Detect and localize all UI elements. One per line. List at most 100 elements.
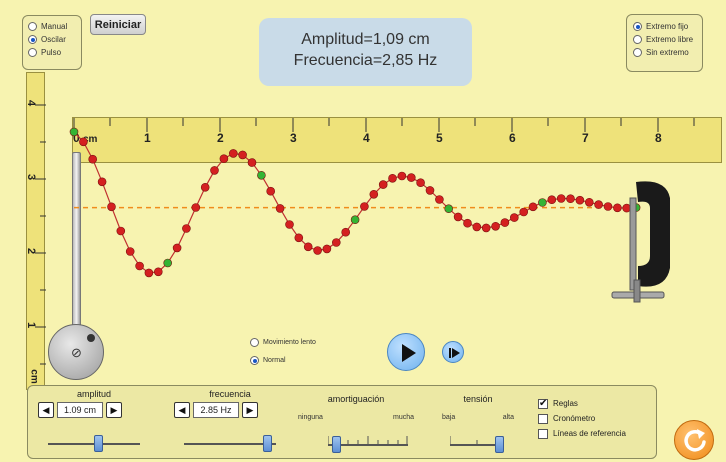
- wave-bead[interactable]: [547, 195, 557, 204]
- wave-bead[interactable]: [369, 190, 379, 199]
- tension-slider[interactable]: [450, 432, 504, 453]
- wave-bead[interactable]: [472, 222, 482, 232]
- wave-bead[interactable]: [79, 137, 88, 147]
- wave-bead[interactable]: [341, 227, 351, 237]
- frequency-decrease-button[interactable]: ◀: [174, 402, 190, 418]
- wave-bead[interactable]: [247, 158, 257, 167]
- amplitude-slider-thumb[interactable]: [93, 435, 103, 452]
- mode-oscillate[interactable]: Oscilar: [28, 33, 76, 46]
- wave-bead[interactable]: [144, 268, 154, 278]
- radio-end-loose[interactable]: [633, 35, 642, 44]
- radio-end-none[interactable]: [633, 48, 642, 57]
- wave-bead-marker[interactable]: [538, 198, 547, 207]
- tension-max-label: alta: [502, 414, 514, 421]
- frequency-slider-thumb[interactable]: [262, 435, 272, 452]
- wave-beads[interactable]: [69, 127, 641, 278]
- wave-bead[interactable]: [125, 247, 135, 256]
- radio-pulse[interactable]: [28, 48, 37, 57]
- wave-bead[interactable]: [97, 177, 107, 187]
- wave-bead[interactable]: [322, 244, 332, 254]
- radio-normal[interactable]: [250, 356, 259, 365]
- wave-bead[interactable]: [116, 226, 126, 236]
- radio-slow[interactable]: [250, 338, 259, 347]
- wave-bead[interactable]: [584, 198, 594, 207]
- wave-bead[interactable]: [378, 180, 388, 189]
- wave-bead[interactable]: [566, 194, 575, 203]
- rulers-checkbox-row[interactable]: ✔ Reglas: [538, 396, 656, 411]
- timer-checkbox-row[interactable]: Cronómetro: [538, 411, 656, 426]
- wave-bead-marker[interactable]: [163, 258, 172, 268]
- timer-checkbox[interactable]: [538, 413, 548, 424]
- rulers-checkbox[interactable]: ✔: [538, 398, 548, 409]
- radio-end-fixed[interactable]: [633, 22, 642, 31]
- wave-bead[interactable]: [229, 149, 238, 158]
- wave-bead[interactable]: [303, 242, 313, 252]
- wave-bead[interactable]: [500, 218, 510, 227]
- amplitude-increase-button[interactable]: ▶: [106, 402, 122, 418]
- wave-bead[interactable]: [397, 171, 407, 181]
- wave-bead[interactable]: [135, 261, 144, 271]
- wave-bead[interactable]: [575, 195, 585, 205]
- mode-pulse[interactable]: Pulso: [28, 46, 76, 59]
- damping-slider[interactable]: [328, 432, 408, 453]
- wave-bead[interactable]: [463, 218, 472, 228]
- end-none[interactable]: Sin extremo: [633, 46, 696, 59]
- amplitude-slider[interactable]: [48, 435, 140, 455]
- frequency-readout: Frecuencia=2,85 Hz: [293, 52, 438, 69]
- wave-bead[interactable]: [491, 222, 500, 231]
- wave-bead[interactable]: [594, 200, 603, 209]
- wave-bead[interactable]: [285, 220, 294, 229]
- wave-bead[interactable]: [266, 186, 276, 196]
- reset-button[interactable]: Reiniciar: [90, 14, 146, 35]
- play-button[interactable]: [387, 333, 425, 371]
- restart-button[interactable]: [674, 420, 714, 460]
- mode-manual[interactable]: Manual: [28, 20, 76, 33]
- wave-bead[interactable]: [275, 204, 285, 213]
- wave-bead[interactable]: [528, 202, 538, 212]
- wave-bead[interactable]: [88, 154, 97, 164]
- amplitude-value[interactable]: 1.09 cm: [57, 402, 103, 418]
- wave-bead[interactable]: [425, 186, 435, 195]
- wave-bead-marker[interactable]: [350, 215, 360, 224]
- playback-normal[interactable]: Normal: [250, 354, 360, 367]
- radio-manual[interactable]: [28, 22, 37, 31]
- wave-bead[interactable]: [481, 223, 491, 233]
- end-loose[interactable]: Extremo libre: [633, 33, 696, 46]
- wave-bead[interactable]: [219, 154, 229, 164]
- wave-bead[interactable]: [388, 174, 397, 183]
- wave-bead[interactable]: [191, 203, 201, 212]
- wave-bead[interactable]: [107, 202, 116, 212]
- step-icon: [449, 348, 460, 358]
- wave-bead[interactable]: [200, 183, 210, 192]
- frequency-value[interactable]: 2.85 Hz: [193, 402, 239, 418]
- playback-slow[interactable]: Movimiento lento: [250, 336, 360, 349]
- wave-bead[interactable]: [238, 150, 247, 160]
- wave-bead[interactable]: [172, 243, 182, 253]
- frequency-increase-button[interactable]: ▶: [242, 402, 258, 418]
- wave-bead[interactable]: [182, 224, 191, 233]
- radio-oscillate[interactable]: [28, 35, 37, 44]
- wave-bead[interactable]: [509, 213, 519, 222]
- wave-bead[interactable]: [154, 267, 163, 277]
- wave-bead-marker[interactable]: [444, 204, 454, 213]
- reference-lines-checkbox[interactable]: [538, 428, 548, 439]
- wave-bead[interactable]: [406, 173, 416, 182]
- reference-lines-checkbox-row[interactable]: Líneas de referencia: [538, 426, 656, 441]
- step-button[interactable]: [442, 341, 464, 363]
- wave-bead[interactable]: [331, 238, 341, 247]
- wave-bead[interactable]: [313, 246, 322, 255]
- wave-bead[interactable]: [294, 233, 304, 243]
- wave-bead-marker[interactable]: [257, 171, 266, 180]
- wave-bead[interactable]: [416, 178, 425, 187]
- wave-bead[interactable]: [360, 202, 369, 211]
- wave-bead[interactable]: [210, 166, 219, 175]
- wave-bead[interactable]: [435, 195, 444, 204]
- damping-slider-thumb[interactable]: [331, 436, 341, 453]
- wave-bead[interactable]: [453, 212, 463, 222]
- wave-bead[interactable]: [556, 194, 566, 203]
- frequency-slider[interactable]: [184, 435, 276, 455]
- tension-slider-thumb[interactable]: [495, 436, 504, 453]
- wave-bead[interactable]: [519, 207, 529, 217]
- end-fixed[interactable]: Extremo fijo: [633, 20, 696, 33]
- amplitude-decrease-button[interactable]: ◀: [38, 402, 54, 418]
